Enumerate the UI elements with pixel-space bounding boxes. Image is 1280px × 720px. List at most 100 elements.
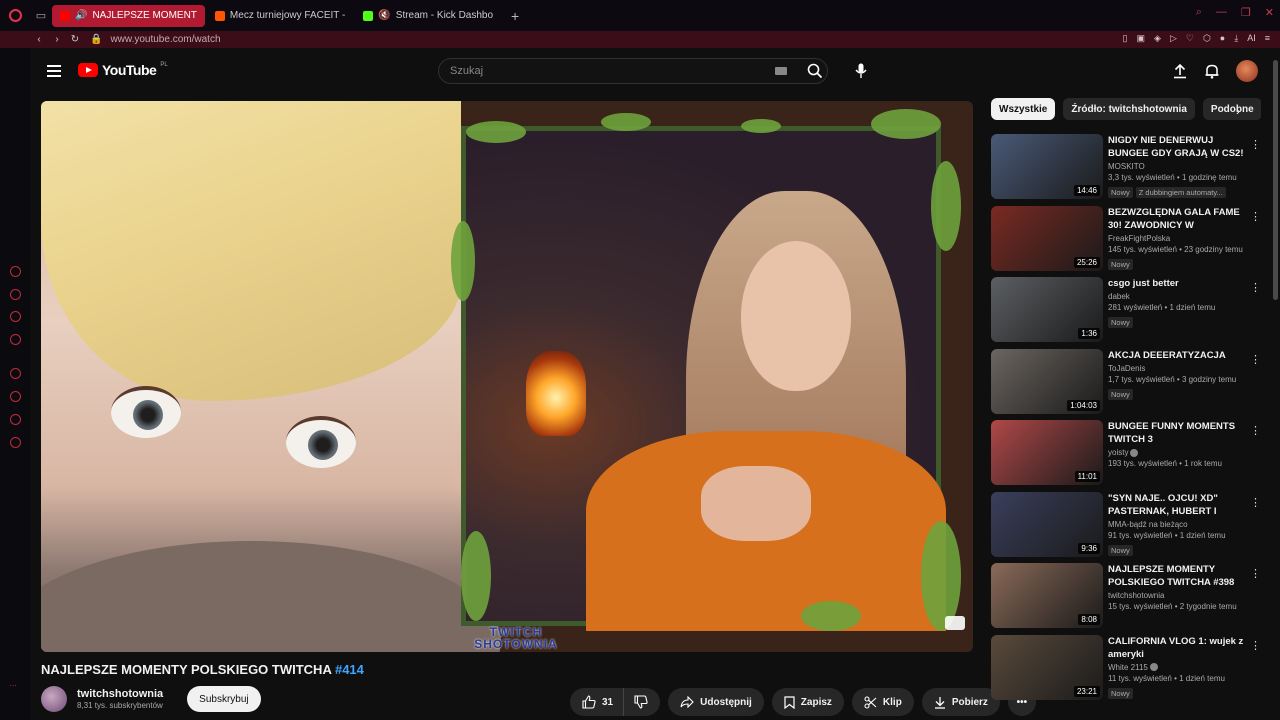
channel-name[interactable]: twitchshotownia: [77, 688, 163, 700]
reload-button[interactable]: ↻: [66, 34, 84, 45]
minimize-button[interactable]: —: [1216, 6, 1227, 19]
video-thumbnail[interactable]: 25:26: [991, 205, 1103, 271]
back-button[interactable]: ‹: [30, 34, 48, 45]
messenger-icon[interactable]: [10, 289, 21, 300]
sidebar-more-icon[interactable]: ⋯: [9, 681, 17, 690]
workspaces-icon[interactable]: ▭: [30, 0, 52, 31]
adblock-icon[interactable]: ◈: [1154, 33, 1161, 44]
channel-name[interactable]: MMA-bądź na bieżąco: [1108, 520, 1188, 529]
save-button[interactable]: Zapisz: [771, 688, 844, 716]
profile-icon[interactable]: ●: [1220, 33, 1225, 44]
bookmark-icon[interactable]: ▯: [1123, 33, 1128, 44]
video-thumbnail[interactable]: 14:46: [991, 134, 1103, 199]
channel-name[interactable]: twitchshotownia: [1108, 591, 1164, 600]
video-hashtag[interactable]: #414: [335, 662, 364, 677]
recommended-video[interactable]: 25:26 BEZWZGLĘDNA GALA FAME 30! ZAWODNICY…: [991, 205, 1261, 278]
channel-name[interactable]: MOSKITO: [1108, 162, 1145, 171]
channel-avatar[interactable]: [41, 686, 67, 712]
page-scrollbar[interactable]: [1273, 60, 1278, 300]
account-avatar[interactable]: [1236, 60, 1258, 82]
video-thumbnail[interactable]: 1:36: [991, 277, 1103, 342]
search-input[interactable]: [439, 65, 769, 77]
video-thumbnail[interactable]: 8:08: [991, 563, 1103, 628]
chip-similar[interactable]: Podobne: [1202, 98, 1261, 120]
more-vertical-icon[interactable]: ⋮: [1250, 567, 1261, 580]
player-icon[interactable]: [10, 368, 21, 379]
video-title[interactable]: BEZWZGLĘDNA GALA FAME 30! ZAWODNICY W SZ…: [1108, 206, 1246, 232]
channel-name[interactable]: dabek: [1108, 292, 1130, 301]
channel-name[interactable]: yoisty: [1108, 448, 1128, 457]
video-title[interactable]: BUNGEE FUNNY MOMENTS TWITCH 3: [1108, 420, 1246, 446]
video-title[interactable]: NAJLEPSZE MOMENTY POLSKIEGO TWITCHA #398: [1108, 563, 1246, 589]
video-thumbnail[interactable]: 23:21: [991, 634, 1103, 700]
whatsapp-icon[interactable]: [10, 311, 21, 322]
speaker-icon[interactable]: 🔊: [75, 10, 87, 21]
more-vertical-icon[interactable]: ⋮: [1250, 138, 1261, 151]
video-title[interactable]: "SYN NAJE.. OJCU! XD" PASTERNAK, HUBERT …: [1108, 492, 1246, 518]
more-vertical-icon[interactable]: ⋮: [1250, 496, 1261, 509]
upload-icon[interactable]: [1172, 63, 1188, 79]
extensions-icon[interactable]: [10, 414, 21, 425]
like-button[interactable]: 31: [570, 688, 625, 716]
video-title[interactable]: CALIFORNIA VLOG 1: wujek z ameryki: [1108, 635, 1246, 661]
recommended-video[interactable]: 1:36 csgo just better dabek 281 wyświetleń …: [991, 277, 1261, 349]
channel-name[interactable]: White 2115: [1108, 663, 1148, 672]
video-thumbnail[interactable]: 9:36: [991, 491, 1103, 557]
video-title[interactable]: NIGDY NIE DENERWUJ BUNGEE GDY GRAJĄ W CS…: [1108, 134, 1246, 160]
maximize-button[interactable]: ❐: [1241, 6, 1251, 19]
settings-icon[interactable]: [10, 437, 21, 448]
search-button[interactable]: [800, 59, 830, 83]
ai-icon[interactable]: AI: [1247, 33, 1256, 44]
video-thumbnail[interactable]: 11:01: [991, 420, 1103, 485]
more-vertical-icon[interactable]: ⋮: [1250, 353, 1261, 366]
menu-icon[interactable]: ≡: [1265, 33, 1270, 44]
recommended-video[interactable]: 23:21 CALIFORNIA VLOG 1: wujek z ameryki W…: [991, 634, 1261, 707]
tab-faceit[interactable]: Mecz turniejowy FACEIT -: [207, 5, 353, 27]
url-field[interactable]: 🔒 www.youtube.com/watch: [90, 34, 221, 45]
chip-all[interactable]: Wszystkie: [991, 98, 1056, 120]
youtube-watermark-icon[interactable]: [945, 616, 965, 630]
notifications-bell-icon[interactable]: [1204, 63, 1220, 79]
download-icon[interactable]: ⤓: [1234, 33, 1238, 44]
more-vertical-icon[interactable]: ⋮: [1250, 639, 1261, 652]
heart-icon[interactable]: ♡: [1186, 33, 1194, 44]
video-title[interactable]: AKCJA DEEERATYZACJA: [1108, 349, 1246, 362]
recommended-video[interactable]: 1:04:03 AKCJA DEEERATYZACJA ToJaDenis 1,7 t…: [991, 348, 1261, 421]
download-button[interactable]: Pobierz: [921, 688, 1000, 716]
recommended-video[interactable]: 11:01 BUNGEE FUNNY MOMENTS TWITCH 3 yoisty…: [991, 420, 1261, 492]
recommended-video[interactable]: 14:46 NIGDY NIE DENERWUJ BUNGEE GDY GRAJĄ…: [991, 134, 1261, 206]
channel-name[interactable]: FreakFightPolska: [1108, 234, 1170, 243]
video-player[interactable]: TWITCH SHOTOWNIA: [41, 101, 973, 652]
close-window-button[interactable]: ✕: [1265, 6, 1274, 19]
snapshot-icon[interactable]: ▣: [1137, 33, 1146, 44]
video-thumbnail[interactable]: 1:04:03: [991, 348, 1103, 414]
share-button[interactable]: Udostępnij: [668, 688, 764, 716]
recommended-video[interactable]: 8:08 NAJLEPSZE MOMENTY POLSKIEGO TWITCHA …: [991, 563, 1261, 635]
more-vertical-icon[interactable]: ⋮: [1250, 210, 1261, 223]
chip-source[interactable]: Źródło: twitchshotownia: [1063, 98, 1195, 120]
hamburger-menu-icon[interactable]: [47, 65, 61, 77]
forward-button[interactable]: ›: [48, 34, 66, 45]
recommended-video[interactable]: 9:36 "SYN NAJE.. OJCU! XD" PASTERNAK, HUB…: [991, 491, 1261, 564]
more-vertical-icon[interactable]: ⋮: [1250, 424, 1261, 437]
more-vertical-icon[interactable]: ⋮: [1250, 281, 1261, 294]
aria-icon[interactable]: [10, 266, 21, 277]
clip-button[interactable]: Klip: [851, 688, 914, 716]
dislike-button[interactable]: [624, 688, 661, 716]
extensions-icon[interactable]: ⬡: [1203, 33, 1211, 44]
chevron-right-icon[interactable]: ›: [1236, 104, 1240, 118]
history-icon[interactable]: [10, 391, 21, 402]
subscribe-button[interactable]: Subskrybuj: [187, 686, 261, 712]
video-title[interactable]: csgo just better: [1108, 277, 1246, 290]
tab-kick[interactable]: 🔇 Stream - Kick Dashbo: [355, 5, 501, 27]
channel-name[interactable]: ToJaDenis: [1108, 364, 1145, 373]
music-icon[interactable]: [10, 334, 21, 345]
new-tab-button[interactable]: +: [503, 8, 527, 24]
voice-search-button[interactable]: [849, 59, 873, 83]
muted-speaker-icon[interactable]: 🔇: [378, 10, 390, 21]
player-icon[interactable]: ▷: [1170, 33, 1177, 44]
tab-youtube[interactable]: 🔊 NAJLEPSZE MOMENT: [52, 4, 205, 27]
keyboard-icon[interactable]: [775, 67, 787, 75]
browser-logo-icon[interactable]: [0, 0, 30, 31]
search-tabs-icon[interactable]: ⌕: [1196, 6, 1202, 19]
